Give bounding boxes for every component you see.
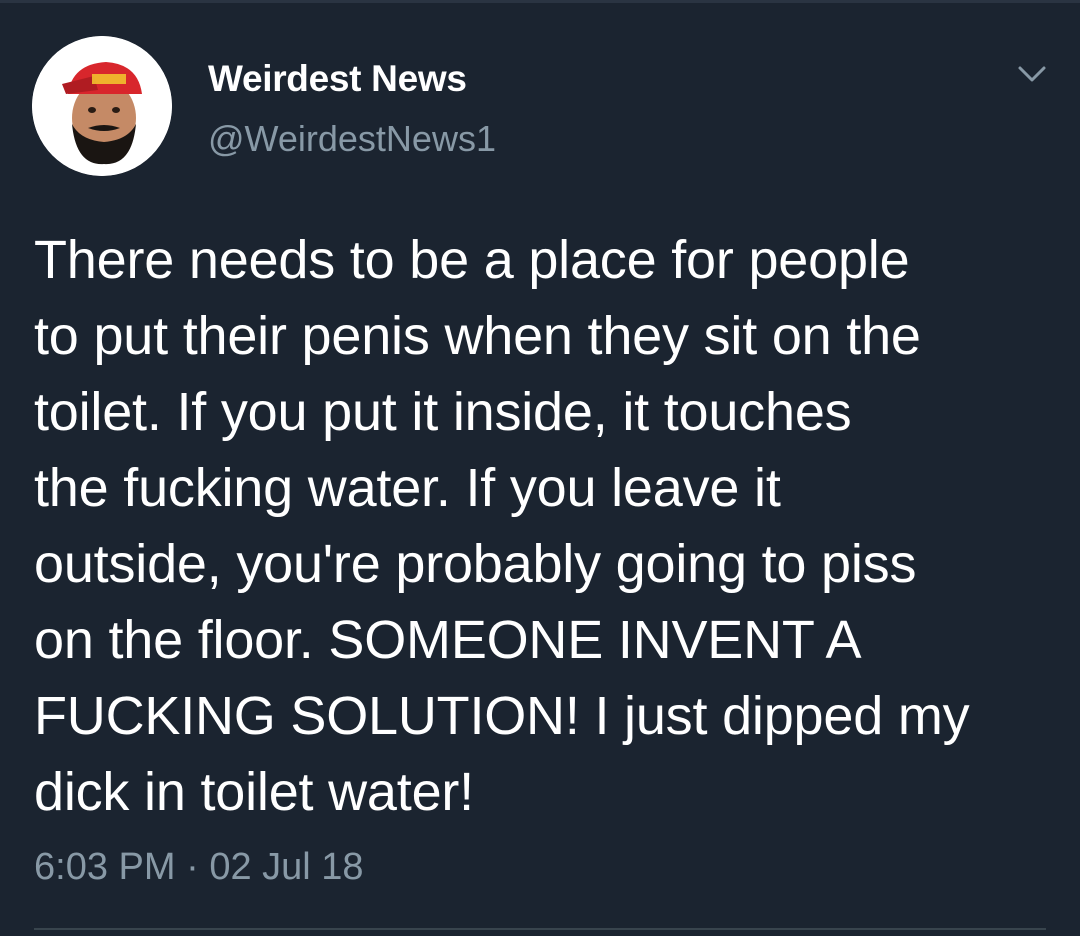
divider <box>34 928 1046 930</box>
tweet-text-line: toilet. If you put it inside, it touches <box>34 382 852 442</box>
tweet-text-line: to put their penis when they sit on the <box>34 306 921 366</box>
tweet-text-line: FUCKING SOLUTION! I just dipped my <box>34 686 970 746</box>
chevron-down-icon[interactable] <box>1012 58 1052 90</box>
timestamp-separator: · <box>186 846 199 888</box>
top-border <box>0 0 1080 3</box>
tweet-text-line: There needs to be a place for people <box>34 230 910 290</box>
tweet-timestamp[interactable]: 6:03 PM · 02 Jul 18 <box>34 846 364 889</box>
tweet-text-line: dick in toilet water! <box>34 762 474 822</box>
tweet-text-line: outside, you're probably going to piss <box>34 534 917 594</box>
tweet-text: There needs to be a place for people to … <box>34 222 1054 830</box>
display-name[interactable]: Weirdest News <box>208 58 467 100</box>
tweet-text-line: the fucking water. If you leave it <box>34 458 781 518</box>
avatar[interactable] <box>32 36 172 176</box>
tweet-date: 02 Jul 18 <box>209 846 364 888</box>
tweet-text-line: on the floor. SOMEONE INVENT A <box>34 610 862 670</box>
tweet-time: 6:03 PM <box>34 846 176 888</box>
avatar-image <box>32 36 172 176</box>
user-handle[interactable]: @WeirdestNews1 <box>208 118 496 160</box>
